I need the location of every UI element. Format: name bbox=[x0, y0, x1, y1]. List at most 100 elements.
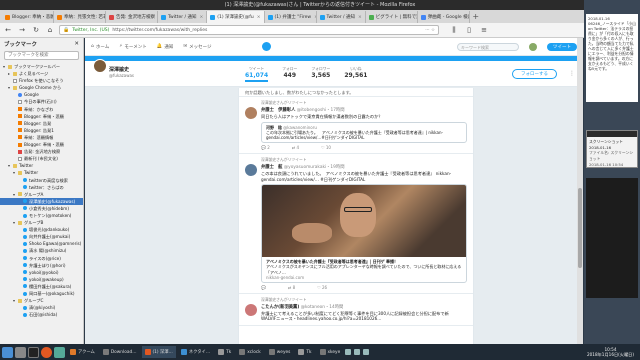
like-icon[interactable]: ♡ 26 bbox=[317, 285, 327, 290]
terminal-window[interactable] bbox=[586, 178, 638, 298]
bookmark-item[interactable]: Blogger: 奉納・悲願 bbox=[0, 113, 83, 120]
bookmark-folder[interactable]: ▾ Google Chrome から bbox=[0, 84, 83, 91]
bookmark-item[interactable]: Blogger: 奉納・悲願 bbox=[0, 141, 83, 148]
browser-tab[interactable]: Blogger: 奉納・悲願× bbox=[2, 11, 54, 23]
bookmark-folder[interactable]: ▾ Twitter bbox=[0, 162, 83, 169]
bookmark-search-input[interactable]: ブックマークを検索 bbox=[4, 51, 79, 60]
bookmark-item[interactable]: twitterの高度な検索 bbox=[0, 177, 83, 184]
scrollbar-thumb[interactable] bbox=[578, 188, 582, 268]
taskbar-task[interactable]: weyes bbox=[266, 346, 294, 358]
tweet-avatar[interactable] bbox=[245, 164, 257, 177]
twisty-icon[interactable]: ▾ bbox=[13, 219, 16, 226]
firefox-icon[interactable] bbox=[41, 346, 52, 358]
taskbar-task[interactable]: Tk bbox=[215, 346, 234, 358]
reply-icon[interactable]: 💬 bbox=[261, 285, 266, 290]
taskbar-task[interactable]: xkeye bbox=[317, 346, 344, 358]
tweet-item[interactable]: 深澤諭史さんがリツイート 弁護士 舷 @yoyasuomurakaki・19時間… bbox=[239, 154, 473, 294]
bookmark-item[interactable]: 小倉秀夫(@hidebm) bbox=[0, 205, 83, 212]
bookmark-folder[interactable]: ▾ グループA bbox=[0, 191, 83, 198]
bookmark-item[interactable]: Blogger: 告発1 bbox=[0, 127, 83, 134]
battery-icon[interactable] bbox=[363, 349, 370, 355]
profile-stat[interactable]: いいね 29,561 bbox=[344, 66, 367, 82]
bookmark-item[interactable]: twitter：さらばの bbox=[0, 184, 83, 191]
taskbar-task[interactable]: アクーム bbox=[67, 346, 98, 358]
bookmark-folder[interactable]: ▾ グループC bbox=[0, 297, 83, 304]
bookmark-item[interactable]: 奉納：悲願情報 bbox=[0, 134, 83, 141]
bookmark-item[interactable]: 櫻田弁護士(@sakura) bbox=[0, 283, 83, 290]
more-icon[interactable]: ⋮ bbox=[569, 70, 575, 77]
profile-name[interactable]: 深澤諭史 bbox=[109, 66, 129, 73]
terminal-icon[interactable] bbox=[28, 346, 39, 358]
browser-tab[interactable]: 奉納：見張文性: 若非× bbox=[54, 11, 106, 23]
tweet-author[interactable]: 弁護士 伊藤彰人 bbox=[261, 108, 295, 113]
user-avatar[interactable] bbox=[529, 42, 537, 51]
sidebar-close-icon[interactable]: ✕ bbox=[74, 41, 79, 47]
tweet-avatar[interactable] bbox=[245, 107, 257, 119]
follow-button[interactable]: フォローする bbox=[512, 69, 557, 79]
tweet-time[interactable]: ・14時間 bbox=[325, 305, 343, 310]
twitter-logo-icon[interactable] bbox=[261, 42, 271, 51]
bookmark-item[interactable]: 奉納：かなざわ bbox=[0, 106, 83, 113]
bookmark-item[interactable]: 弁護士ほり(@hori) bbox=[0, 262, 83, 269]
bookmark-item[interactable]: 告発: 金沢地方検察 bbox=[0, 148, 83, 155]
nav-messages[interactable]: ✉ メッセージ bbox=[183, 44, 211, 50]
taskbar-task[interactable]: (1) 深澤… bbox=[141, 346, 176, 358]
taskbar-task[interactable]: Download… bbox=[100, 346, 140, 358]
taskbar-task[interactable]: Tk bbox=[295, 346, 314, 358]
editor-icon[interactable] bbox=[54, 346, 65, 358]
tweet-time[interactable]: ・19時間 bbox=[326, 165, 344, 170]
tweet-avatar[interactable] bbox=[245, 303, 257, 316]
browser-tab[interactable]: 告発: 金沢地方検察× bbox=[106, 11, 158, 23]
forward-icon[interactable]: → bbox=[17, 25, 27, 35]
nav-notifications[interactable]: 🔔 通知 bbox=[157, 44, 174, 50]
reply-icon[interactable]: 💬 2 bbox=[261, 145, 270, 150]
browser-tab[interactable]: Twitter / 通知 × bbox=[158, 11, 208, 23]
bookmark-folder[interactable]: ▾ Twitter bbox=[0, 169, 83, 176]
bookmark-item[interactable]: yokoi(@yokoi) bbox=[0, 269, 83, 276]
tweet-time[interactable]: ・17時間 bbox=[326, 108, 344, 113]
tweet-button[interactable]: ツイート bbox=[547, 42, 577, 51]
like-icon[interactable]: ♡ 10 bbox=[321, 145, 331, 150]
bookmark-item[interactable]: 石田(@ishida) bbox=[0, 311, 83, 318]
profile-stat[interactable]: フォロワー 3,565 bbox=[311, 66, 330, 82]
bookmark-item[interactable]: Shoko Egawa(@amneris) bbox=[0, 240, 83, 247]
bookmark-item[interactable]: 岡口基一(@okaguchik) bbox=[0, 290, 83, 297]
taskbar-task[interactable]: xclock bbox=[236, 346, 264, 358]
url-bar[interactable]: 🔒 Twitter, Inc. (US) https://twitter.com… bbox=[59, 25, 439, 35]
nav-moments[interactable]: ⚡ モーメント bbox=[119, 44, 147, 50]
bookmark-item[interactable]: yokoi(@wakeup) bbox=[0, 276, 83, 283]
desktop-window[interactable]: スクリーンショット 2018-01-16 ファイル名: スクリーンショット 20… bbox=[586, 130, 638, 168]
home-icon[interactable]: ⌂ bbox=[45, 25, 55, 35]
link-card[interactable]: アベノミクスの被を暴いた弁護士『受政者等は思考者達』| 日刊ゲ 奉播！ アベノミ… bbox=[261, 184, 467, 283]
browser-tab[interactable]: (1) 弁護士 "Firew× bbox=[265, 11, 317, 23]
library-icon[interactable]: ⫼ bbox=[449, 25, 459, 35]
bookmark-item[interactable]: 最新刊 (市民文化) bbox=[0, 155, 83, 162]
profile-stat[interactable]: ツイート 61,074 bbox=[245, 66, 269, 82]
twisty-icon[interactable]: ▾ bbox=[13, 169, 16, 176]
page-scrollbar[interactable] bbox=[577, 38, 583, 344]
back-icon[interactable]: ← bbox=[3, 25, 13, 35]
bookmark-item[interactable]: ライスの(@rice) bbox=[0, 255, 83, 262]
twisty-icon[interactable]: ▾ bbox=[8, 84, 11, 91]
nav-home[interactable]: ⌂ ホーム bbox=[91, 44, 109, 50]
bookmark-folder[interactable]: ▸ よく見るページ bbox=[0, 70, 83, 77]
profile-stat[interactable]: フォロー 449 bbox=[282, 66, 297, 82]
browser-tab[interactable]: Twitter / 通知 × bbox=[317, 11, 366, 23]
twisty-icon[interactable]: ▾ bbox=[3, 63, 6, 70]
bookmark-item[interactable]: 今日の事件(石川) bbox=[0, 98, 83, 105]
reload-icon[interactable]: ↻ bbox=[31, 25, 41, 35]
browser-tab[interactable]: ビグライト | 無料で遊× bbox=[366, 11, 418, 23]
tab-close-icon[interactable]: × bbox=[257, 15, 261, 20]
volume-icon[interactable] bbox=[354, 349, 361, 355]
bookmark-item[interactable]: Google bbox=[0, 91, 83, 98]
bookmark-item[interactable]: 壇俊光(@dankouko) bbox=[0, 226, 83, 233]
taskbar-task[interactable]: ネクタイ… bbox=[178, 346, 213, 358]
bookmark-item[interactable]: 向井弁護士(@mukai) bbox=[0, 233, 83, 240]
bookmark-item[interactable]: Firefox を使いこなそう bbox=[0, 77, 83, 84]
profile-avatar[interactable] bbox=[93, 59, 107, 73]
new-tab-button[interactable]: + bbox=[470, 11, 482, 23]
tweet-author[interactable]: こたんか(新羽美薫) bbox=[261, 305, 299, 310]
bookmark-item[interactable]: Blogger: 告発 bbox=[0, 120, 83, 127]
sidebar-icon[interactable]: ▯ bbox=[464, 25, 474, 35]
bookmark-folder[interactable]: ▾ グループB bbox=[0, 219, 83, 226]
